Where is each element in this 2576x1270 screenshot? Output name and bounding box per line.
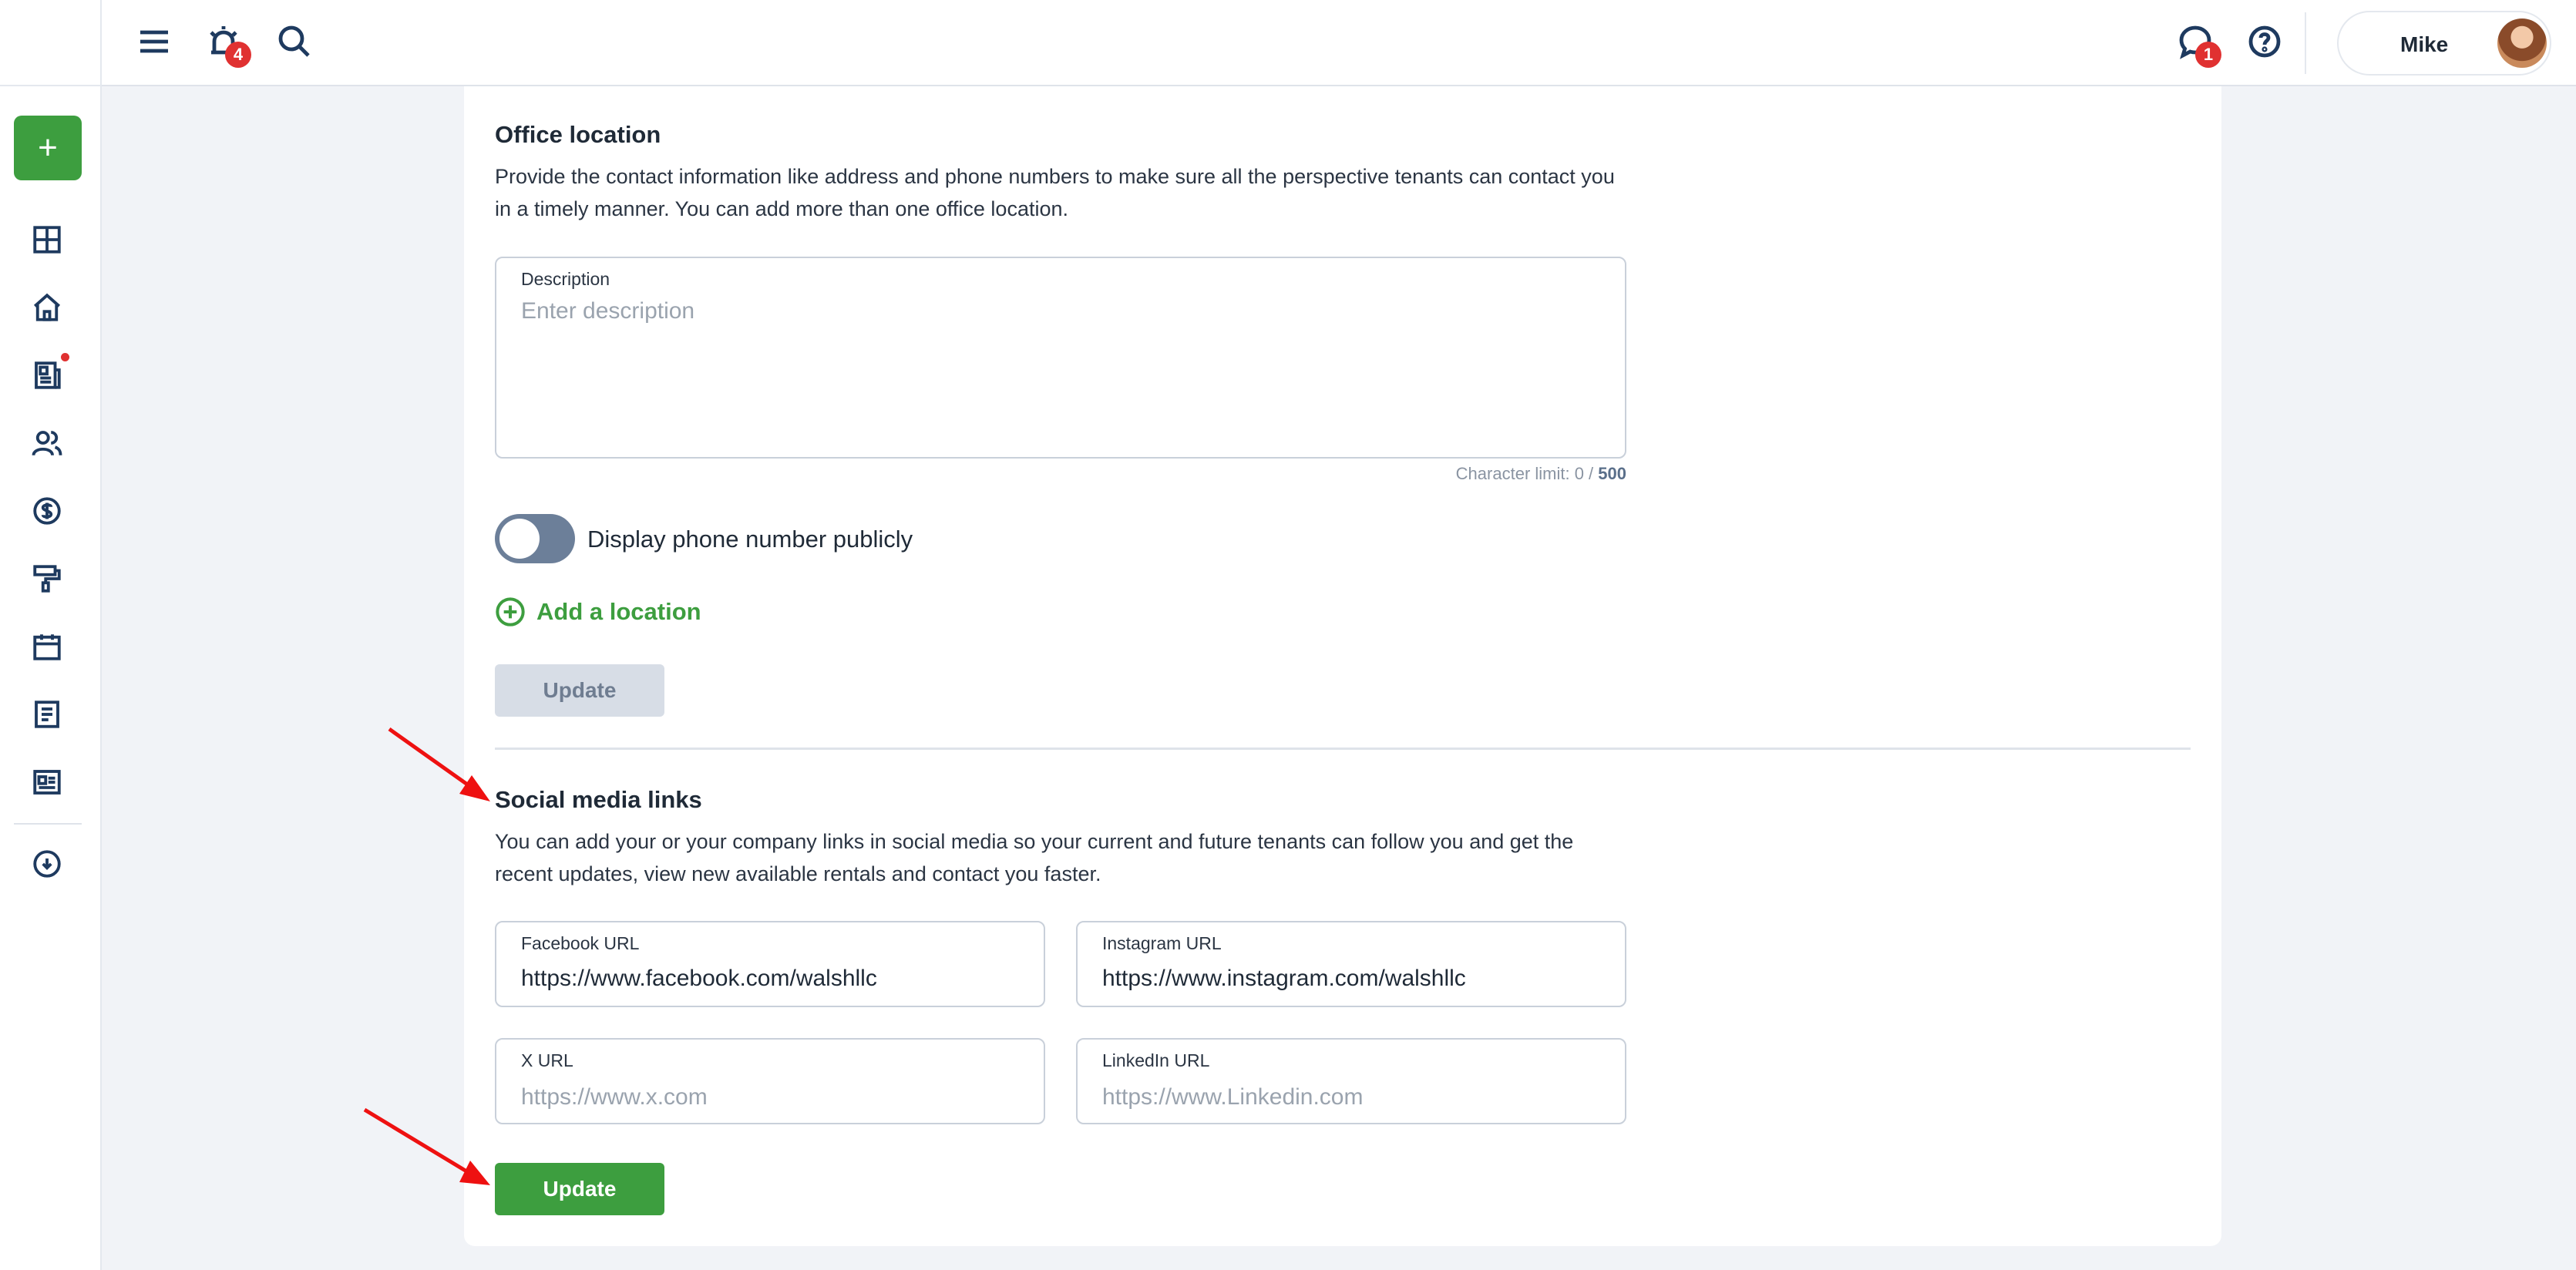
description-label: Description bbox=[521, 269, 610, 289]
sidebar-item-maintenance[interactable] bbox=[29, 561, 65, 596]
user-menu[interactable]: Mike bbox=[2337, 11, 2551, 76]
office-location-title: Office location bbox=[495, 121, 661, 148]
instagram-url-value: https://www.instagram.com/walshllc bbox=[1102, 966, 1466, 991]
menu-button[interactable] bbox=[133, 20, 176, 63]
settings-card: Office location Provide the contact info… bbox=[464, 86, 2221, 1246]
sidebar-divider bbox=[14, 823, 82, 825]
display-phone-label: Display phone number publicly bbox=[587, 526, 913, 553]
messages-button[interactable]: 1 bbox=[2174, 20, 2221, 68]
user-name: Mike bbox=[2400, 32, 2449, 56]
toggle-knob bbox=[499, 519, 540, 559]
linkedin-url-placeholder: https://www.Linkedin.com bbox=[1102, 1084, 1364, 1110]
linkedin-url-label: LinkedIn URL bbox=[1102, 1050, 1210, 1070]
news-icon bbox=[35, 361, 61, 389]
messages-count-badge: 1 bbox=[2195, 42, 2221, 68]
help-button[interactable] bbox=[2243, 20, 2286, 63]
avatar bbox=[2497, 18, 2547, 68]
hamburger-menu-icon bbox=[140, 30, 168, 53]
alerts-count-badge: 4 bbox=[225, 42, 251, 68]
office-update-button[interactable]: Update bbox=[495, 664, 664, 717]
facebook-url-field[interactable]: Facebook URL https://www.facebook.com/wa… bbox=[495, 921, 1045, 1007]
top-bar: 4 1 bbox=[102, 0, 2576, 86]
topbar-separator bbox=[2305, 12, 2306, 74]
sidebar-item-listings[interactable] bbox=[29, 764, 65, 800]
social-media-title: Social media links bbox=[495, 786, 702, 813]
x-url-placeholder: https://www.x.com bbox=[521, 1084, 708, 1110]
sidebar-item-accounting[interactable] bbox=[29, 493, 65, 529]
add-new-button[interactable]: + bbox=[14, 116, 82, 180]
calendar-icon bbox=[33, 634, 61, 660]
paint-roller-icon bbox=[33, 565, 61, 593]
instagram-url-field[interactable]: Instagram URL https://www.instagram.com/… bbox=[1076, 921, 1626, 1007]
sidebar-logo-area bbox=[0, 0, 100, 86]
social-media-description: You can add your or your company links i… bbox=[495, 830, 1574, 885]
sidebar-item-calendar[interactable] bbox=[29, 629, 65, 664]
character-limit-max: 500 bbox=[1598, 464, 1626, 483]
x-url-label: X URL bbox=[521, 1050, 573, 1070]
add-location-link[interactable]: Add a location bbox=[495, 595, 701, 629]
description-textarea[interactable]: Description Enter description bbox=[495, 257, 1626, 459]
description-placeholder: Enter description bbox=[521, 298, 695, 324]
social-update-button[interactable]: Update bbox=[495, 1163, 664, 1215]
x-url-field[interactable]: X URL https://www.x.com bbox=[495, 1038, 1045, 1124]
character-limit: Character limit: 0 / 500 bbox=[495, 464, 1626, 484]
users-icon bbox=[32, 431, 62, 456]
help-icon bbox=[2248, 25, 2281, 58]
cloud-download-icon bbox=[33, 850, 61, 878]
character-limit-text: Character limit: 0 / bbox=[1455, 464, 1599, 483]
linkedin-url-field[interactable]: LinkedIn URL https://www.Linkedin.com bbox=[1076, 1038, 1626, 1124]
dashboard-icon bbox=[33, 226, 61, 254]
home-icon bbox=[33, 293, 61, 321]
alerts-button[interactable]: 4 bbox=[202, 20, 251, 68]
sidebar-item-downloads[interactable] bbox=[29, 846, 65, 882]
sidebar-item-reports[interactable] bbox=[29, 697, 65, 732]
add-location-label: Add a location bbox=[536, 598, 701, 625]
dollar-icon bbox=[33, 497, 61, 525]
listing-icon bbox=[33, 770, 61, 795]
facebook-url-value: https://www.facebook.com/walshllc bbox=[521, 966, 877, 991]
sidebar-item-people[interactable] bbox=[29, 425, 65, 461]
document-icon bbox=[35, 701, 59, 728]
display-phone-toggle[interactable] bbox=[495, 514, 575, 563]
instagram-url-label: Instagram URL bbox=[1102, 933, 1222, 953]
search-button[interactable] bbox=[273, 20, 316, 63]
notification-dot bbox=[61, 353, 69, 361]
sidebar-item-properties[interactable] bbox=[29, 290, 65, 325]
sidebar-item-dashboard[interactable] bbox=[29, 222, 65, 257]
facebook-url-label: Facebook URL bbox=[521, 933, 640, 953]
section-divider bbox=[495, 748, 2191, 750]
search-icon bbox=[278, 25, 310, 57]
office-location-description: Provide the contact information like add… bbox=[495, 165, 1615, 220]
sidebar-item-news[interactable] bbox=[29, 353, 69, 393]
left-sidebar: + bbox=[0, 0, 102, 1270]
plus-circle-icon bbox=[496, 597, 525, 627]
